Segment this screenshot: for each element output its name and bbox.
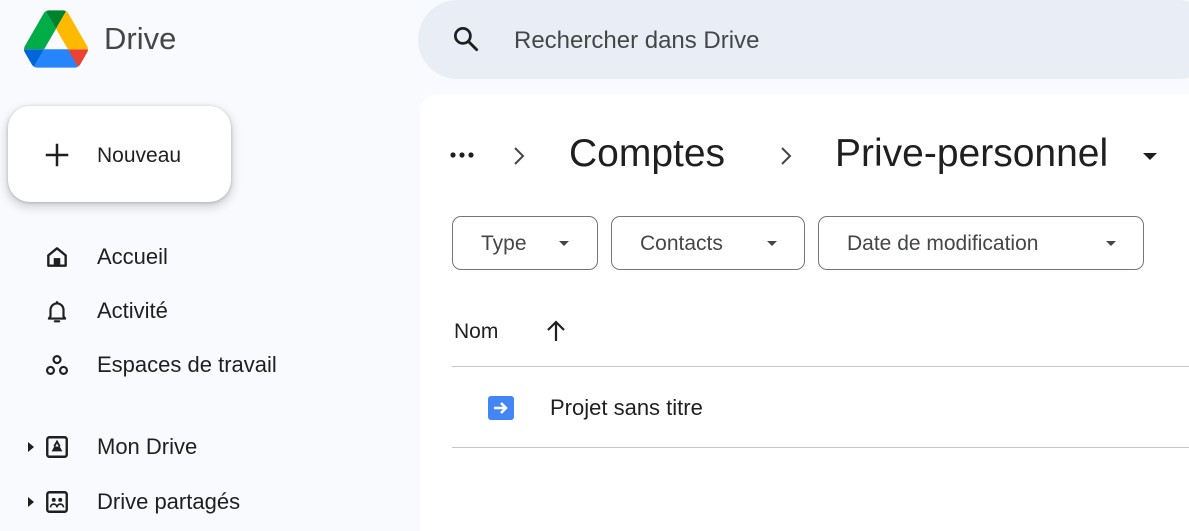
new-button[interactable]: Nouveau xyxy=(8,106,231,202)
breadcrumb-item-comptes[interactable]: Comptes xyxy=(569,132,725,176)
caret-down-icon xyxy=(1106,241,1116,246)
sort-ascending-arrow-icon[interactable] xyxy=(544,318,568,344)
expand-caret-icon[interactable] xyxy=(27,441,35,453)
search-input[interactable]: Rechercher dans Drive xyxy=(514,27,759,55)
drive-app: Drive Rechercher dans Drive Nouveau Accu… xyxy=(0,0,1189,531)
forms-icon xyxy=(488,396,514,420)
sidebar-item-label: Activité xyxy=(97,298,168,323)
filter-modified-date-chip[interactable]: Date de modification xyxy=(818,216,1144,270)
app-title: Drive xyxy=(104,21,177,56)
folder-menu-caret-icon[interactable] xyxy=(1142,152,1158,161)
row-divider xyxy=(452,447,1189,448)
breadcrumb-more-icon[interactable] xyxy=(447,142,479,168)
my-drive-icon xyxy=(46,436,68,458)
chevron-right-icon xyxy=(781,147,792,165)
sidebar-item-label: Drive partagés xyxy=(97,489,241,514)
sidebar-item-label: Mon Drive xyxy=(97,434,198,459)
sidebar-item-label: Accueil xyxy=(97,244,168,269)
workspaces-icon xyxy=(45,355,69,375)
shared-drives-icon xyxy=(46,491,68,513)
sidebar-item-shared-drives[interactable]: Drive partagés xyxy=(0,477,400,527)
file-row[interactable]: Projet sans titre xyxy=(452,367,1189,447)
filter-type-chip[interactable]: Type xyxy=(452,216,598,270)
sidebar-item-activity[interactable]: Activité xyxy=(0,286,400,336)
new-button-label: Nouveau xyxy=(97,144,182,167)
bell-icon xyxy=(47,301,67,323)
sidebar-item-my-drive[interactable]: Mon Drive xyxy=(0,422,400,472)
chevron-right-icon xyxy=(514,147,525,165)
expand-caret-icon[interactable] xyxy=(27,496,35,508)
filter-contacts-chip[interactable]: Contacts xyxy=(611,216,805,270)
search-icon[interactable] xyxy=(451,24,481,54)
file-name: Projet sans titre xyxy=(550,395,703,420)
drive-logo-icon[interactable] xyxy=(24,10,88,68)
chip-label: Type xyxy=(481,232,527,255)
home-icon xyxy=(47,247,67,267)
chip-label: Contacts xyxy=(640,232,723,255)
sidebar-item-workspaces[interactable]: Espaces de travail xyxy=(0,340,400,390)
caret-down-icon xyxy=(559,241,569,246)
plus-icon xyxy=(45,143,69,167)
column-header-name[interactable]: Nom xyxy=(454,320,498,344)
breadcrumb-current-folder[interactable]: Prive-personnel xyxy=(835,132,1108,176)
caret-down-icon xyxy=(767,241,777,246)
chip-label: Date de modification xyxy=(847,232,1039,255)
sidebar-item-home[interactable]: Accueil xyxy=(0,232,400,282)
sidebar-item-label: Espaces de travail xyxy=(97,352,277,377)
